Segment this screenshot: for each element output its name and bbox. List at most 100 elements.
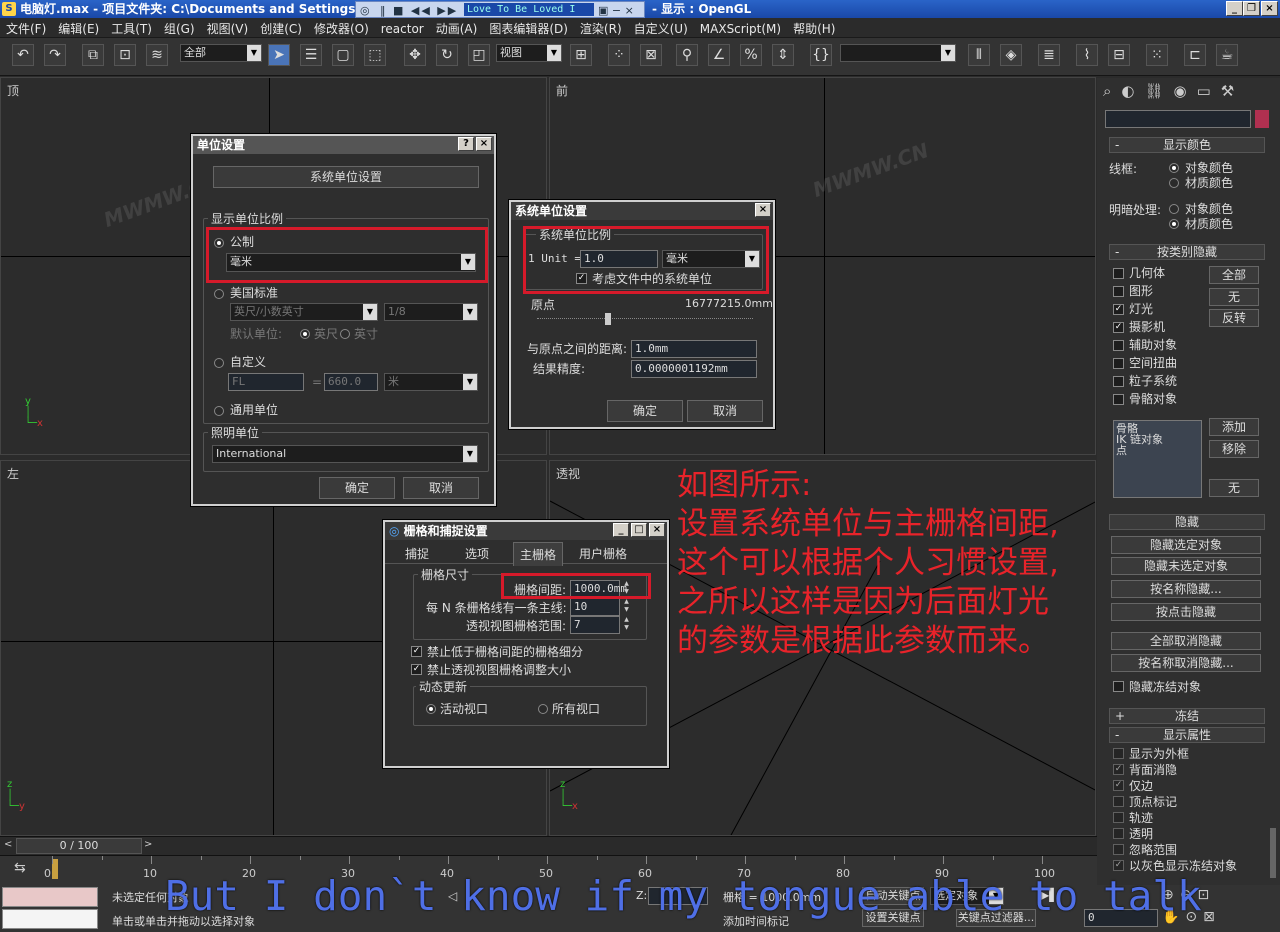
curve-editor-mini-icon[interactable]: ⇆ [14, 860, 26, 876]
menu-rendering[interactable]: 渲染(R) [574, 18, 628, 39]
remove-button[interactable]: 移除 [1209, 440, 1259, 458]
object-name-field[interactable] [1105, 110, 1251, 128]
inhibit-persp-resize-checkbox[interactable]: ✓ [411, 664, 422, 675]
list-item[interactable]: 点 [1116, 445, 1199, 456]
unhide-all-button[interactable]: 全部取消隐藏 [1111, 632, 1261, 650]
us-standard-radio[interactable] [214, 289, 224, 299]
menu-customize[interactable]: 自定义(U) [628, 18, 694, 39]
origin-slider-handle[interactable] [605, 313, 611, 325]
hide-unselected-button[interactable]: 隐藏未选定对象 [1111, 557, 1261, 575]
keyboard-shortcut-icon[interactable]: ⊠ [640, 44, 662, 66]
cancel-button[interactable]: 取消 [687, 400, 763, 422]
align-icon[interactable]: ◈ [1000, 44, 1022, 66]
rollup-freeze[interactable]: + 冻结 [1109, 708, 1265, 724]
viewport-front-label[interactable]: 前 [556, 82, 568, 99]
menu-reactor[interactable]: reactor [375, 20, 430, 38]
tab-user-grids[interactable]: 用户栅格 [579, 545, 627, 562]
category-checkbox[interactable] [1113, 286, 1124, 297]
window-crossing-icon[interactable]: ⬚ [364, 44, 386, 66]
category-checkbox[interactable] [1113, 376, 1124, 387]
maxscript-listener[interactable] [2, 887, 98, 907]
close-button[interactable]: × [649, 523, 665, 537]
bind-spacewarp-icon[interactable]: ≋ [146, 44, 168, 66]
display-prop-checkbox[interactable]: ✓ [1113, 780, 1124, 791]
time-next-icon[interactable]: > [144, 839, 152, 850]
panel-tabs-icon[interactable]: ⌕◐⛓◉▭⚒ [1103, 82, 1275, 104]
none-button[interactable]: 无 [1209, 288, 1259, 306]
close-button[interactable]: × [476, 137, 492, 151]
us-fraction-dropdown[interactable]: 1/8 ▼ [384, 303, 478, 321]
menu-tools[interactable]: 工具(T) [105, 18, 158, 39]
custom-value-field[interactable]: 660.0 [324, 373, 378, 391]
selection-filter-dropdown[interactable]: 全部 ▼ [180, 44, 262, 62]
unhide-by-name-button[interactable]: 按名称取消隐藏... [1111, 654, 1261, 672]
help-button[interactable]: ? [458, 137, 474, 151]
minimize-button[interactable]: _ [613, 523, 629, 537]
rollup-display-color[interactable]: - 显示颜色 [1109, 137, 1265, 153]
menu-group[interactable]: 组(G) [158, 18, 201, 39]
panel-scrollbar[interactable] [1270, 828, 1276, 878]
viewport-top-label[interactable]: 顶 [7, 82, 19, 99]
menu-help[interactable]: 帮助(H) [787, 18, 841, 39]
maximize-button[interactable]: □ [631, 523, 647, 537]
system-unit-setup-button[interactable]: 系统单位设置 [213, 166, 479, 188]
ok-button[interactable]: 确定 [319, 477, 395, 499]
scale-icon[interactable]: ◰ [468, 44, 490, 66]
active-viewport-radio[interactable] [426, 704, 436, 714]
layer-manager-icon[interactable]: ≣ [1038, 44, 1060, 66]
time-slider-thumb[interactable]: 0 / 100 [16, 838, 142, 854]
media-menu-icon[interactable]: ▣ − × [598, 2, 634, 18]
menu-modifiers[interactable]: 修改器(O) [308, 18, 375, 39]
tab-home-grid[interactable]: 主栅格 [513, 542, 564, 566]
tab-snaps[interactable]: 捕捉 [405, 545, 429, 562]
render-setup-icon[interactable]: ⊏ [1184, 44, 1206, 66]
category-checkbox[interactable]: ✓ [1113, 304, 1124, 315]
all-viewports-radio[interactable] [538, 704, 548, 714]
precision-field[interactable]: 0.0000001192mm [631, 360, 757, 378]
rollup-hide[interactable]: 隐藏 [1109, 514, 1265, 530]
material-editor-icon[interactable]: ⁙ [1146, 44, 1168, 66]
percent-snap-icon[interactable]: % [740, 44, 762, 66]
custom-radio[interactable] [214, 358, 224, 368]
restore-button[interactable]: ❐ [1243, 1, 1260, 16]
menu-maxscript[interactable]: MAXScript(M) [694, 20, 787, 38]
menu-views[interactable]: 视图(V) [201, 18, 255, 39]
shaded-material-color-radio[interactable] [1169, 219, 1179, 229]
rollup-hide-by-category[interactable]: - 按类别隐藏 [1109, 244, 1265, 260]
maxscript-mini-listener[interactable] [2, 909, 98, 929]
none2-button[interactable]: 无 [1209, 479, 1259, 497]
lighting-unit-dropdown[interactable]: International ▼ [212, 445, 478, 463]
schematic-view-icon[interactable]: ⊟ [1108, 44, 1130, 66]
curve-editor-icon[interactable]: ⌇ [1076, 44, 1098, 66]
display-prop-checkbox[interactable]: ✓ [1113, 764, 1124, 775]
display-prop-checkbox[interactable] [1113, 796, 1124, 807]
rect-region-icon[interactable]: ▢ [332, 44, 354, 66]
custom-unit-dropdown[interactable]: 米 ▼ [384, 373, 478, 391]
close-button[interactable]: × [755, 203, 771, 217]
custom-name-field[interactable]: FL [228, 373, 304, 391]
display-prop-checkbox[interactable] [1113, 812, 1124, 823]
ok-button[interactable]: 确定 [607, 400, 683, 422]
hide-selected-button[interactable]: 隐藏选定对象 [1111, 536, 1261, 554]
origin-slider[interactable] [537, 318, 753, 320]
spinner-icon[interactable]: ▲ ▼ [622, 598, 631, 616]
category-checkbox[interactable] [1113, 268, 1124, 279]
spinner-snap-icon[interactable]: ⇕ [772, 44, 794, 66]
menu-graph-editors[interactable]: 图表编辑器(D) [483, 18, 574, 39]
display-prop-checkbox[interactable] [1113, 844, 1124, 855]
select-by-name-icon[interactable]: ☰ [300, 44, 322, 66]
link-icon[interactable]: ⧉ [82, 44, 104, 66]
select-manipulate-icon[interactable]: ⁘ [608, 44, 630, 66]
cancel-button[interactable]: 取消 [403, 477, 479, 499]
persp-extent-field[interactable]: 7 [570, 616, 620, 634]
rollup-display-properties[interactable]: - 显示属性 [1109, 727, 1265, 743]
menu-animation[interactable]: 动画(A) [430, 18, 484, 39]
quick-render-icon[interactable]: ☕ [1216, 44, 1238, 66]
viewport-left-label[interactable]: 左 [7, 465, 19, 482]
menu-file[interactable]: 文件(F) [0, 18, 52, 39]
snap-icon[interactable]: ⚲ [676, 44, 698, 66]
display-prop-checkbox[interactable] [1113, 748, 1124, 759]
category-checkbox[interactable] [1113, 394, 1124, 405]
major-lines-field[interactable]: 10 [570, 598, 620, 616]
display-prop-checkbox[interactable] [1113, 828, 1124, 839]
